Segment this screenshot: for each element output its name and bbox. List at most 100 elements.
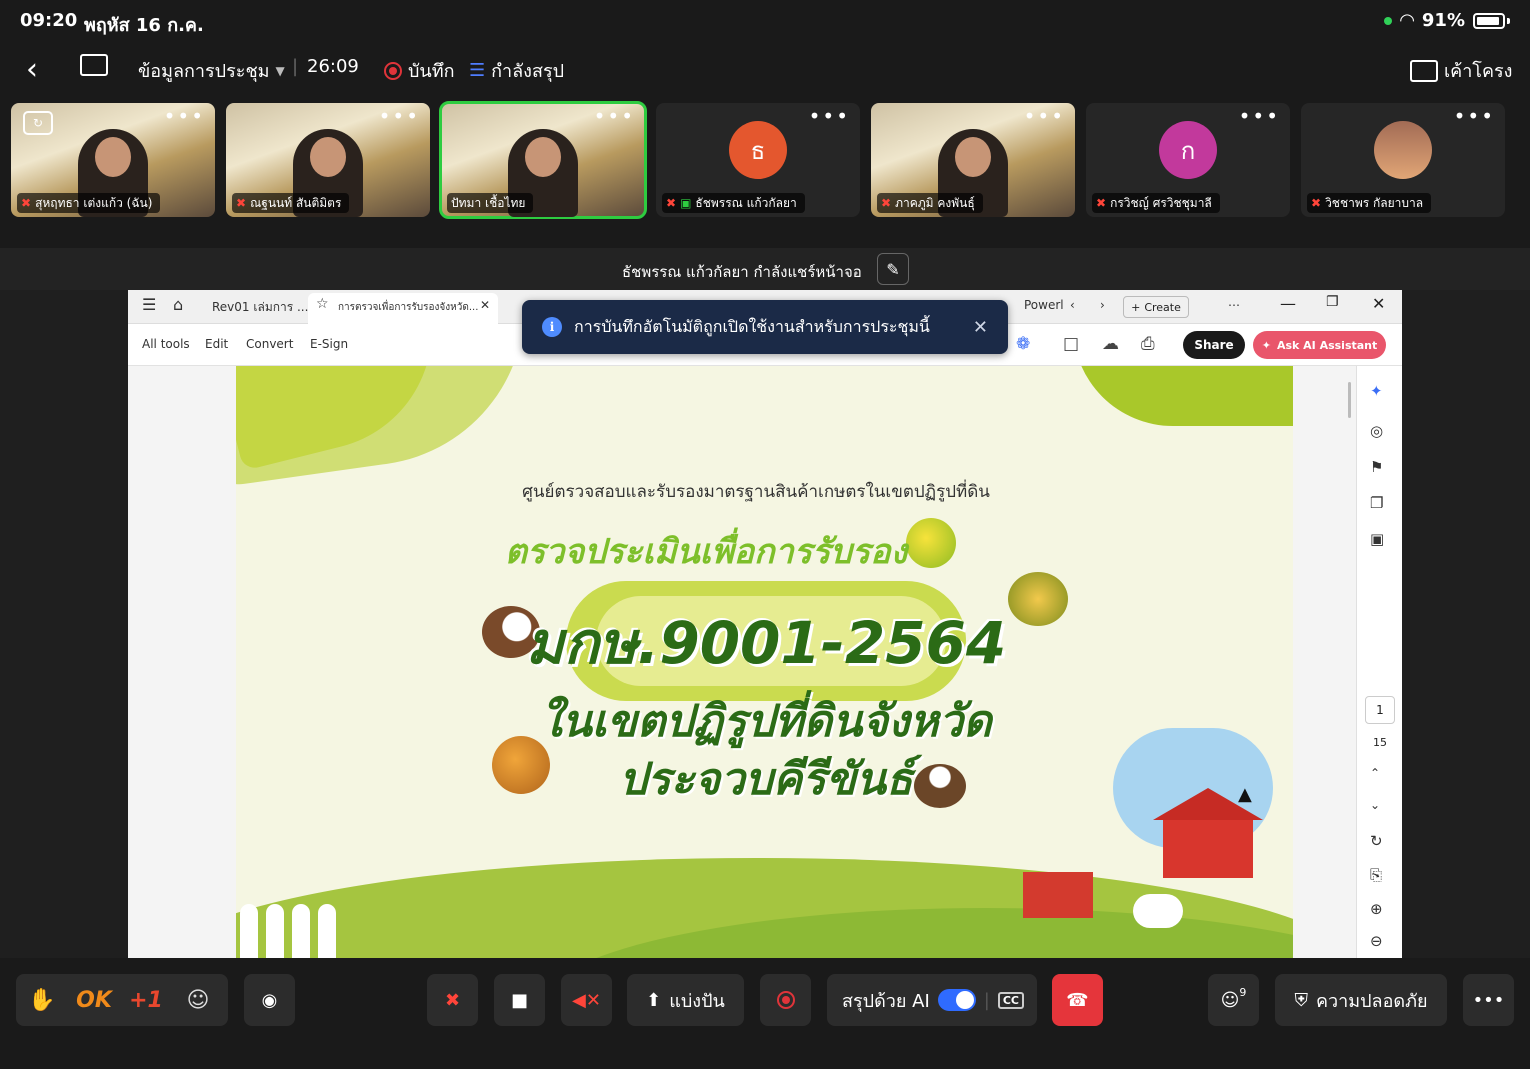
toast-close-icon[interactable]: ✕ <box>973 317 988 338</box>
more-options-icon[interactable]: ••• <box>164 106 205 126</box>
screen-share-banner: ธัชพรรณ แก้วกัลยา กำลังแชร์หน้าจอ ✎ <box>0 248 1530 290</box>
pdf-right-rail: ✦ ◎ ⚑ ❐ ▣ 1 15 ⌃ ⌄ ↻ ⎘ ⊕ ⊖ <box>1356 366 1402 958</box>
share-screen-button[interactable]: ⬆ แบ่งปัน <box>627 974 744 1026</box>
ai-link-icon[interactable]: ❁ <box>1016 334 1030 354</box>
share-button[interactable]: Share <box>1183 331 1245 359</box>
summary-status[interactable]: ☰ กำลังสรุป <box>469 56 564 85</box>
record-label: บันทึก <box>408 61 455 82</box>
meeting-info-dropdown[interactable]: ข้อมูลการประชุม ▼ <box>138 56 285 85</box>
pages-icon[interactable]: ❐ <box>1370 494 1383 512</box>
status-bar: 09:20 พฤหัส 16 ก.ค. ◠ 91% <box>0 0 1530 42</box>
mic-toggle-button[interactable]: ✖ <box>427 974 478 1026</box>
bookmark-icon[interactable]: ⚑ <box>1370 458 1383 476</box>
plus-one-reaction: +1 <box>129 987 163 1013</box>
back-button[interactable]: ‹ <box>26 52 38 87</box>
participant-tile[interactable]: ธ ••• ✖ ▣ ธัชพรรณ แก้วกัลยา <box>656 103 860 217</box>
leave-call-button[interactable]: ☎ <box>1052 974 1103 1026</box>
minimize-window-button[interactable] <box>80 54 108 76</box>
window-icon <box>80 54 108 76</box>
avatar: ธ <box>729 121 787 179</box>
tab-powerl[interactable]: Powerl <box>1024 298 1064 312</box>
ask-ai-button[interactable]: ✦ Ask AI Assistant <box>1253 331 1386 359</box>
minimize-icon[interactable]: — <box>1280 294 1296 313</box>
star-icon[interactable]: ☆ <box>316 296 329 312</box>
ok-reaction-button[interactable]: OK <box>68 974 120 1026</box>
captions-button[interactable]: CC <box>997 991 1025 1009</box>
plus-one-button[interactable]: +1 <box>120 974 172 1026</box>
chevron-up-icon[interactable]: ⌃ <box>1370 766 1380 780</box>
chat-button[interactable]: ◉ <box>244 974 295 1026</box>
tab-close-icon[interactable]: ✕ <box>480 298 490 312</box>
menu-all-tools[interactable]: All tools <box>142 337 190 351</box>
layout-button[interactable]: เค้าโครง <box>1410 56 1512 85</box>
mic-muted-icon: ✖ <box>236 196 247 210</box>
participant-tile[interactable]: ↻ ••• ✖ สุหฤทธา เต่งแก้ว (ฉัน) <box>11 103 215 217</box>
chevron-right-icon[interactable]: › <box>1100 298 1105 312</box>
participant-name-tag: ✖ วิชชาพร กัลยาบาล <box>1307 193 1432 213</box>
security-button[interactable]: ⛨ ความปลอดภัย <box>1275 974 1447 1026</box>
more-options-icon[interactable]: ••• <box>1454 106 1495 126</box>
more-button[interactable]: ••• <box>1463 974 1514 1026</box>
participant-tile[interactable]: ก ••• ✖ กรวิชญ์ ศรวิชชุมาลี <box>1086 103 1290 217</box>
mic-muted-icon: ✖ <box>666 196 677 210</box>
tab-rev01[interactable]: Rev01 เล่มการ ... <box>212 298 308 317</box>
zoom-out-icon[interactable]: ⊖ <box>1370 932 1383 950</box>
chevron-down-icon[interactable]: ⌄ <box>1370 798 1380 812</box>
mouse-cursor-icon: ▲ <box>1238 784 1252 805</box>
page-fit-icon[interactable]: ⎘ <box>1370 866 1382 884</box>
participants-button[interactable]: ☺ 9 <box>1208 974 1259 1026</box>
camera-switch-icon[interactable]: ↻ <box>23 111 53 135</box>
more-options-icon[interactable]: ••• <box>1239 106 1280 126</box>
lock-icon[interactable]: ▣ <box>1370 530 1384 548</box>
status-date: พฤหัส 16 ก.ค. <box>84 15 204 36</box>
more-icon[interactable]: ⋯ <box>1228 298 1240 312</box>
zoom-in-icon[interactable]: ⊕ <box>1370 900 1383 918</box>
status-time: 09:20 <box>20 10 78 31</box>
security-label: ความปลอดภัย <box>1316 990 1428 1012</box>
speaker-toggle-button[interactable]: ◀✕ <box>561 974 612 1026</box>
menu-convert[interactable]: Convert <box>246 337 293 351</box>
emoji-button[interactable]: ☺ <box>172 974 224 1026</box>
chevron-left-icon[interactable]: ‹ <box>1070 298 1075 312</box>
ai-summary-toggle[interactable] <box>937 989 976 1011</box>
more-options-icon[interactable]: ••• <box>594 106 635 126</box>
comment-icon[interactable]: ◎ <box>1370 422 1383 440</box>
record-button[interactable]: บันทึก <box>384 56 455 85</box>
participant-name: วิชชาพร กัลยาบาล <box>1325 195 1424 210</box>
create-button[interactable]: + Create <box>1123 296 1189 318</box>
restore-icon[interactable]: ❐ <box>1326 294 1339 310</box>
menu-icon[interactable]: ☰ <box>142 295 156 314</box>
camera-toggle-button[interactable]: ■ <box>494 974 545 1026</box>
participant-tile[interactable]: ••• ✖ ภาคภูมิ คงพันธุ์ <box>871 103 1075 217</box>
wifi-icon: ◠ <box>1400 10 1414 31</box>
create-label: Create <box>1144 300 1181 314</box>
scrollbar[interactable] <box>1348 382 1351 418</box>
summary-icon: ☰ <box>469 60 486 81</box>
menu-edit[interactable]: Edit <box>205 337 228 351</box>
more-options-icon[interactable]: ••• <box>379 106 420 126</box>
more-options-icon[interactable]: ••• <box>809 106 850 126</box>
participant-tile-active-speaker[interactable]: ••• ปัทมา เชื้อไทย <box>439 101 647 219</box>
save-icon[interactable]: □ <box>1063 334 1079 354</box>
page-number-input[interactable]: 1 <box>1365 696 1395 724</box>
close-window-icon[interactable]: ✕ <box>1372 294 1385 313</box>
ai-summary-icon[interactable]: ✦ <box>1370 382 1383 400</box>
participant-name-tag: ✖ ▣ ธัชพรรณ แก้วกัลยา <box>662 193 805 213</box>
rotate-icon[interactable]: ↻ <box>1370 832 1383 850</box>
print-icon[interactable]: ⎙ <box>1141 334 1155 354</box>
layout-label: เค้าโครง <box>1444 61 1513 82</box>
home-icon[interactable]: ⌂ <box>173 295 183 314</box>
chevron-left-icon: ‹ <box>26 52 38 87</box>
menu-esign[interactable]: E-Sign <box>310 337 348 351</box>
participant-tile[interactable]: ••• ✖ ณฐนนท์ สันติมิตร <box>226 103 430 217</box>
summary-label: กำลังสรุป <box>491 61 565 82</box>
record-toggle-button[interactable] <box>760 974 811 1026</box>
participant-tile[interactable]: ••• ✖ วิชชาพร กัลยาบาล <box>1301 103 1505 217</box>
ok-reaction: OK <box>76 987 112 1013</box>
barn-image <box>1153 788 1263 878</box>
thumbs-up-button[interactable]: ✋ <box>16 974 68 1026</box>
divider: | <box>292 56 299 77</box>
upload-cloud-icon[interactable]: ☁ <box>1102 334 1119 354</box>
annotate-pen-icon[interactable]: ✎ <box>877 253 909 285</box>
more-options-icon[interactable]: ••• <box>1024 106 1065 126</box>
